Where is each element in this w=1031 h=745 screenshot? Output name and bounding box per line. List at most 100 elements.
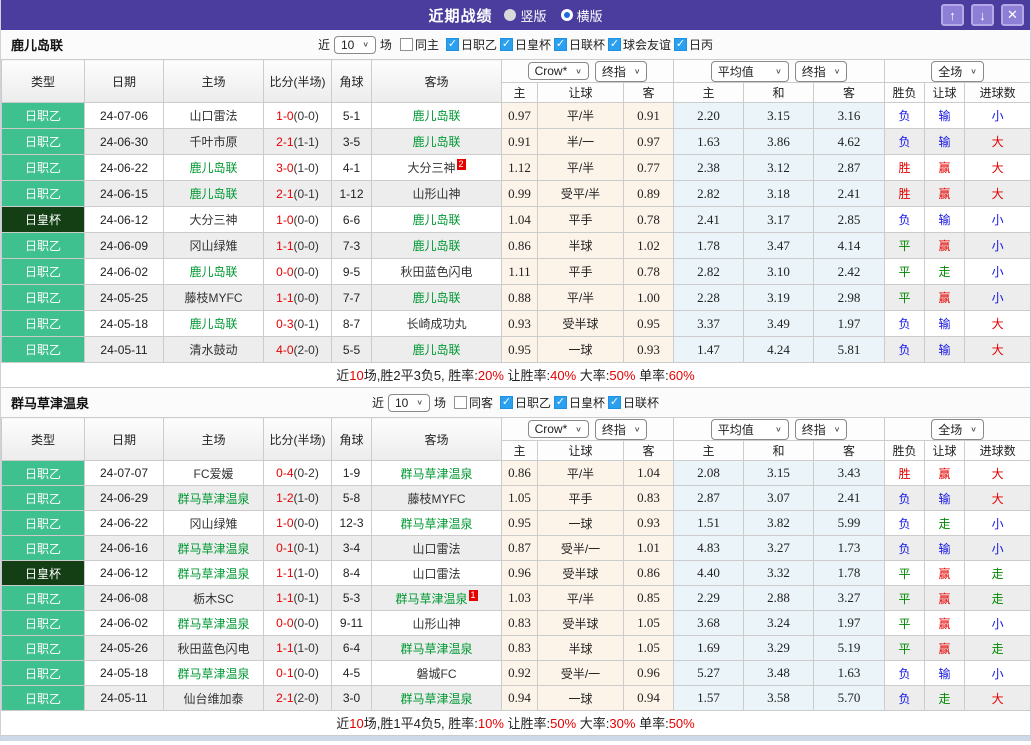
- same-venue-checkbox[interactable]: 同主: [399, 36, 439, 53]
- away-team-cell[interactable]: 鹿儿岛联: [371, 336, 502, 363]
- move-up-button[interactable]: ↑: [941, 4, 964, 26]
- same-venue-checkbox[interactable]: 同客: [453, 394, 493, 411]
- home-team-cell[interactable]: 鹿儿岛联: [163, 310, 264, 337]
- score-cell[interactable]: 2-1(2-0): [263, 685, 332, 711]
- average-time-select[interactable]: 终指 ∨: [794, 418, 848, 440]
- home-team-cell[interactable]: 秋田蓝色闪电: [163, 635, 264, 661]
- close-button[interactable]: ✕: [1001, 4, 1024, 26]
- home-team-cell[interactable]: 鹿儿岛联: [163, 154, 264, 181]
- away-team-cell[interactable]: 群马草津温泉: [371, 635, 502, 661]
- handicap-result-flag: 走: [924, 685, 966, 711]
- home-team-cell[interactable]: 群马草津温泉: [163, 535, 264, 561]
- score-cell[interactable]: 1-1(0-1): [263, 585, 332, 611]
- score-cell[interactable]: 4-0(2-0): [263, 336, 332, 363]
- away-team-cell[interactable]: 群马草津温泉: [371, 685, 502, 711]
- home-team-cell[interactable]: 仙台维加泰: [163, 685, 264, 711]
- home-team-cell[interactable]: 藤枝MYFC: [163, 284, 264, 311]
- score-cell[interactable]: 0-1(0-0): [263, 660, 332, 686]
- home-team-cell[interactable]: 冈山绿雉: [163, 510, 264, 536]
- avg-home-odds: 2.87: [673, 485, 745, 511]
- home-team-cell[interactable]: 清水鼓动: [163, 336, 264, 363]
- bookmaker-select[interactable]: Crow* ∨: [527, 62, 589, 80]
- avg-draw-odds: 3.58: [743, 685, 815, 711]
- checkbox-checked-icon: ✓: [674, 38, 688, 51]
- score-cell[interactable]: 1-1(1-0): [263, 635, 332, 661]
- home-team-cell[interactable]: 冈山绿雉: [163, 232, 264, 259]
- avg-away-odds: 5.19: [813, 635, 886, 661]
- scope-select[interactable]: 全场 ∨: [931, 418, 984, 440]
- away-team-cell[interactable]: 山口雷法: [371, 535, 502, 561]
- home-team-cell[interactable]: FC爱媛: [163, 460, 264, 486]
- league-type-badge: 日职乙: [1, 510, 85, 536]
- score-cell[interactable]: 0-4(0-2): [263, 460, 332, 486]
- average-select[interactable]: 平均值 ∨: [710, 418, 789, 440]
- away-team-cell[interactable]: 秋田蓝色闪电: [371, 258, 502, 285]
- league-filter-checkbox[interactable]: ✓ 日职乙: [445, 36, 497, 53]
- fulltime-score: 2-1: [276, 691, 294, 705]
- summary-segment: 单率:: [635, 368, 669, 383]
- away-team-cell[interactable]: 藤枝MYFC: [371, 485, 502, 511]
- away-team-cell[interactable]: 群马草津温泉: [371, 460, 502, 486]
- match-count-select[interactable]: 10 ∨: [387, 393, 430, 412]
- away-team-cell[interactable]: 群马草津温泉: [371, 510, 502, 536]
- home-team-cell[interactable]: 群马草津温泉: [163, 485, 264, 511]
- score-cell[interactable]: 3-0(1-0): [263, 154, 332, 181]
- average-time-select[interactable]: 终指 ∨: [794, 60, 848, 82]
- away-team-cell[interactable]: 鹿儿岛联: [371, 232, 502, 259]
- score-cell[interactable]: 1-1(1-0): [263, 560, 332, 586]
- away-team-cell[interactable]: 大分三神 2: [371, 154, 502, 181]
- away-team-cell[interactable]: 山形山神: [371, 180, 502, 207]
- score-cell[interactable]: 1-2(1-0): [263, 485, 332, 511]
- score-cell[interactable]: 1-0(0-0): [263, 206, 332, 233]
- home-team-cell[interactable]: 群马草津温泉: [163, 610, 264, 636]
- score-cell[interactable]: 0-3(0-1): [263, 310, 332, 337]
- average-select[interactable]: 平均值 ∨: [710, 60, 789, 82]
- corner-count: 5-8: [331, 485, 372, 511]
- home-team-cell[interactable]: 群马草津温泉: [163, 660, 264, 686]
- chevron-down-icon: ∨: [970, 424, 977, 433]
- league-filter-checkbox[interactable]: ✓ 日联杯: [608, 394, 659, 411]
- score-cell[interactable]: 0-0(0-0): [263, 258, 332, 285]
- away-team-cell[interactable]: 鹿儿岛联: [371, 128, 502, 155]
- home-team-cell[interactable]: 鹿儿岛联: [163, 258, 264, 285]
- home-team-cell[interactable]: 鹿儿岛联: [163, 180, 264, 207]
- score-cell[interactable]: 1-1(0-0): [263, 232, 332, 259]
- avg-draw-odds: 3.27: [743, 535, 815, 561]
- home-team-cell[interactable]: 千叶市原: [163, 128, 264, 155]
- home-team-cell[interactable]: 栃木SC: [163, 585, 264, 611]
- league-filter-checkbox[interactable]: ✓ 日皇杯: [553, 394, 605, 411]
- handicap-time-select[interactable]: 终指 ∨: [594, 60, 648, 82]
- score-cell[interactable]: 0-1(0-1): [263, 535, 332, 561]
- away-team-cell[interactable]: 磐城FC: [371, 660, 502, 686]
- away-team-cell[interactable]: 长崎成功丸: [371, 310, 502, 337]
- away-team-cell[interactable]: 鹿儿岛联: [371, 102, 502, 129]
- match-count-select[interactable]: 10 ∨: [333, 35, 376, 54]
- home-team-cell[interactable]: 大分三神: [163, 206, 264, 233]
- avg-away-odds: 2.41: [813, 180, 886, 207]
- handicap-time-select[interactable]: 终指 ∨: [594, 418, 648, 440]
- score-cell[interactable]: 2-1(1-1): [263, 128, 332, 155]
- move-down-button[interactable]: ↓: [971, 4, 994, 26]
- away-team-cell[interactable]: 鹿儿岛联: [371, 206, 502, 233]
- bookmaker-select[interactable]: Crow* ∨: [527, 420, 589, 438]
- away-team-cell[interactable]: 山形山神: [371, 610, 502, 636]
- league-filter-checkbox[interactable]: ✓ 日皇杯: [499, 36, 551, 53]
- score-cell[interactable]: 1-1(0-0): [263, 284, 332, 311]
- away-team-cell[interactable]: 鹿儿岛联: [371, 284, 502, 311]
- league-filter-checkbox[interactable]: ✓ 日职乙: [499, 394, 551, 411]
- score-cell[interactable]: 1-0(0-0): [263, 510, 332, 536]
- away-team-cell[interactable]: 群马草津温泉 1: [371, 585, 502, 611]
- league-filter-checkbox[interactable]: ✓ 日丙: [674, 36, 713, 53]
- home-team-cell[interactable]: 山口雷法: [163, 102, 264, 129]
- radio-vertical-layout[interactable]: 竖版: [504, 6, 547, 25]
- summary-segment: 50%: [668, 716, 695, 731]
- score-cell[interactable]: 0-0(0-0): [263, 610, 332, 636]
- away-team-cell[interactable]: 山口雷法: [371, 560, 502, 586]
- radio-horizontal-layout[interactable]: 横版: [560, 6, 603, 25]
- score-cell[interactable]: 2-1(0-1): [263, 180, 332, 207]
- home-team-cell[interactable]: 群马草津温泉: [163, 560, 264, 586]
- league-filter-checkbox[interactable]: ✓ 日联杯: [553, 36, 605, 53]
- league-filter-checkbox[interactable]: ✓ 球会友谊: [608, 36, 671, 53]
- score-cell[interactable]: 1-0(0-0): [263, 102, 332, 129]
- scope-select[interactable]: 全场 ∨: [931, 60, 984, 82]
